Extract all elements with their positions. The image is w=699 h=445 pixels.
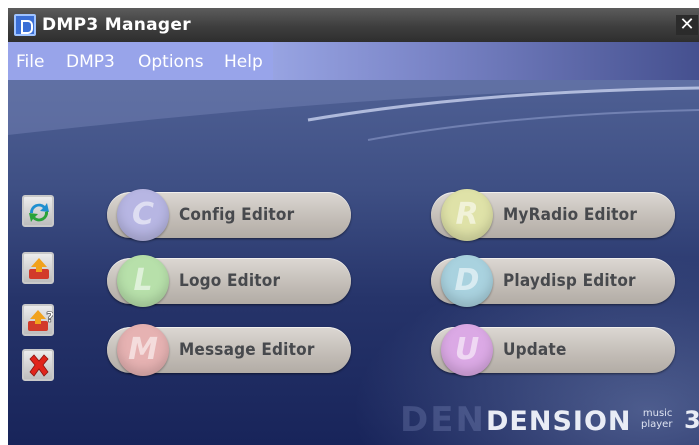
config-badge-letter: C [131, 197, 155, 232]
menu-help[interactable]: Help [224, 52, 263, 72]
logo-editor-label: Logo Editor [179, 271, 281, 291]
app-icon [14, 14, 36, 36]
playdisp-editor-label: Playdisp Editor [503, 271, 636, 291]
message-badge-letter: M [128, 332, 158, 367]
playdisp-badge-letter: D [454, 263, 480, 298]
playdisp-badge: D [441, 255, 493, 307]
update-label: Update [503, 340, 567, 360]
send-icon [29, 258, 49, 279]
exit-button[interactable] [22, 349, 54, 381]
app-window: DMP3 Manager ✕ File DMP3 Options Help ? [8, 8, 699, 445]
message-editor-label: Message Editor [179, 340, 315, 360]
config-editor-label: Config Editor [179, 205, 295, 225]
send-button[interactable] [22, 252, 54, 284]
update-badge-letter: U [454, 332, 480, 367]
myradio-badge: R [441, 189, 493, 241]
brand-subtitle-top: music [642, 408, 673, 419]
refresh-button[interactable] [22, 195, 54, 227]
brand-number: 3 [684, 406, 699, 434]
brand-subtitle-bottom: player [641, 419, 673, 430]
brand-subtitle: music player [641, 408, 672, 430]
config-editor-button[interactable]: C Config Editor [107, 189, 351, 241]
config-badge: C [117, 189, 169, 241]
close-window-button[interactable]: ✕ [676, 15, 698, 35]
window-title: DMP3 Manager [42, 15, 191, 35]
help-button[interactable]: ? [22, 304, 54, 336]
message-editor-button[interactable]: M Message Editor [107, 324, 351, 376]
brand-watermark: DEN [400, 400, 486, 440]
update-button[interactable]: U Update [431, 324, 675, 376]
help-icon: ? [28, 310, 53, 331]
message-badge: M [117, 324, 169, 376]
close-x-icon [29, 354, 49, 377]
myradio-editor-button[interactable]: R MyRadio Editor [431, 189, 675, 241]
logo-badge-letter: L [133, 263, 153, 298]
logo-editor-button[interactable]: L Logo Editor [107, 255, 351, 307]
myradio-badge-letter: R [455, 197, 479, 232]
logo-badge: L [117, 255, 169, 307]
menu-bar: File DMP3 Options Help [8, 42, 699, 80]
menu-file[interactable]: File [16, 52, 44, 72]
menu-options[interactable]: Options [138, 52, 204, 72]
menu-dmp3[interactable]: DMP3 [66, 52, 115, 72]
refresh-icon [29, 203, 49, 222]
svg-text:?: ? [46, 310, 53, 326]
update-badge: U [441, 324, 493, 376]
title-bar[interactable]: DMP3 Manager ✕ [8, 8, 699, 42]
playdisp-editor-button[interactable]: D Playdisp Editor [431, 255, 675, 307]
brand-logo-word: DENSION [486, 406, 632, 437]
myradio-editor-label: MyRadio Editor [503, 205, 638, 225]
